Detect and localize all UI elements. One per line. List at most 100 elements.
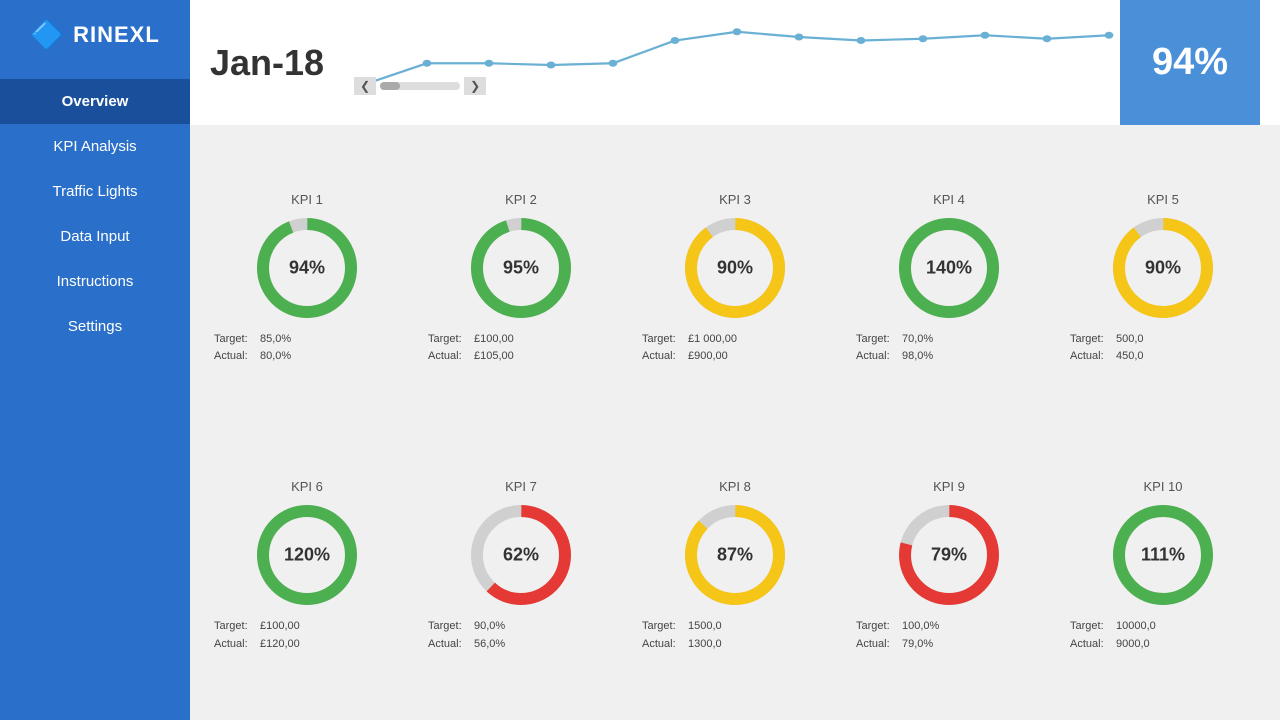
kpi5-actual-label: Actual: bbox=[1070, 348, 1112, 366]
kpi6-target-value: £100,00 bbox=[260, 618, 300, 636]
kpi5-label: 90% bbox=[1145, 257, 1181, 278]
kpi8-target-label: Target: bbox=[642, 618, 684, 636]
kpi9-title: KPI 9 bbox=[933, 479, 965, 494]
kpi8-actual-label: Actual: bbox=[642, 636, 684, 654]
kpi2-label: 95% bbox=[503, 257, 539, 278]
kpi4-actual-row: Actual:98,0% bbox=[856, 348, 1052, 366]
kpi1-actual-label: Actual: bbox=[214, 348, 256, 366]
kpi2-actual-label: Actual: bbox=[428, 348, 470, 366]
kpi3-title: KPI 3 bbox=[719, 192, 751, 207]
kpi9-donut: 79% bbox=[894, 500, 1004, 610]
kpi9-actual-label: Actual: bbox=[856, 636, 898, 654]
kpi7-target-label: Target: bbox=[428, 618, 470, 636]
sidebar-item-settings[interactable]: Settings bbox=[0, 304, 190, 349]
kpi7-title: KPI 7 bbox=[505, 479, 537, 494]
kpi8-label: 87% bbox=[717, 545, 753, 566]
kpi1-stats: Target:85,0%Actual:80,0% bbox=[204, 331, 410, 366]
kpi3-actual-value: £900,00 bbox=[688, 348, 728, 366]
kpi8-actual-row: Actual:1300,0 bbox=[642, 636, 838, 654]
kpi9-actual-value: 79,0% bbox=[902, 636, 933, 654]
kpi8-title: KPI 8 bbox=[719, 479, 751, 494]
kpi4-actual-value: 98,0% bbox=[902, 348, 933, 366]
kpi3-actual-row: Actual:£900,00 bbox=[642, 348, 838, 366]
logo-icon: 🔷 bbox=[30, 18, 65, 51]
kpi9-target-row: Target:100,0% bbox=[856, 618, 1052, 636]
kpi4-donut: 140% bbox=[894, 213, 1004, 323]
kpi9-target-value: 100,0% bbox=[902, 618, 939, 636]
kpi8-actual-value: 1300,0 bbox=[688, 636, 722, 654]
kpi10-label: 111% bbox=[1141, 545, 1185, 566]
kpi1-donut: 94% bbox=[252, 213, 362, 323]
kpi10-actual-label: Actual: bbox=[1070, 636, 1112, 654]
sidebar: 🔷 RINEXL OverviewKPI AnalysisTraffic Lig… bbox=[0, 0, 190, 720]
kpi8-target-value: 1500,0 bbox=[688, 618, 722, 636]
logo-area: 🔷 RINEXL bbox=[0, 0, 190, 69]
kpi6-target-row: Target:£100,00 bbox=[214, 618, 410, 636]
next-arrow[interactable]: ❯ bbox=[464, 77, 486, 95]
kpi10-target-value: 10000,0 bbox=[1116, 618, 1156, 636]
kpi7-stats: Target:90,0%Actual:56,0% bbox=[418, 618, 624, 653]
kpi10-actual-row: Actual:9000,0 bbox=[1070, 636, 1266, 654]
kpi3-stats: Target:£1 000,00Actual:£900,00 bbox=[632, 331, 838, 366]
sidebar-item-instructions[interactable]: Instructions bbox=[0, 259, 190, 304]
kpi8-target-row: Target:1500,0 bbox=[642, 618, 838, 636]
scrollbar-track bbox=[380, 82, 460, 90]
kpi7-actual-value: 56,0% bbox=[474, 636, 505, 654]
prev-arrow[interactable]: ❮ bbox=[354, 77, 376, 95]
kpi-card-kpi8: KPI 8 87% Target:1500,0Actual:1300,0 bbox=[628, 423, 842, 711]
kpi7-label: 62% bbox=[503, 545, 539, 566]
kpi3-label: 90% bbox=[717, 257, 753, 278]
sidebar-item-overview[interactable]: Overview bbox=[0, 79, 190, 124]
kpi1-target-value: 85,0% bbox=[260, 331, 291, 349]
kpi6-donut: 120% bbox=[252, 500, 362, 610]
kpi9-actual-row: Actual:79,0% bbox=[856, 636, 1052, 654]
percent-badge: 94% bbox=[1120, 0, 1260, 125]
kpi5-stats: Target:500,0Actual:450,0 bbox=[1060, 331, 1266, 366]
logo-text: RINEXL bbox=[73, 22, 160, 48]
kpi1-label: 94% bbox=[289, 257, 325, 278]
sidebar-item-kpi-analysis[interactable]: KPI Analysis bbox=[0, 124, 190, 169]
kpi-grid: KPI 194%Target:85,0%Actual:80,0%KPI 295%… bbox=[190, 125, 1280, 720]
kpi8-donut: 87% bbox=[680, 500, 790, 610]
kpi9-target-label: Target: bbox=[856, 618, 898, 636]
kpi-card-kpi9: KPI 9 79% Target:100,0%Actual:79,0% bbox=[842, 423, 1056, 711]
kpi3-actual-label: Actual: bbox=[642, 348, 684, 366]
kpi5-donut: 90% bbox=[1108, 213, 1218, 323]
kpi-card-kpi4: KPI 4140%Target:70,0%Actual:98,0% bbox=[842, 135, 1056, 423]
kpi5-actual-value: 450,0 bbox=[1116, 348, 1144, 366]
kpi2-donut: 95% bbox=[466, 213, 576, 323]
kpi6-actual-value: £120,00 bbox=[260, 636, 300, 654]
kpi2-actual-value: £105,00 bbox=[474, 348, 514, 366]
kpi4-target-value: 70,0% bbox=[902, 331, 933, 349]
kpi1-title: KPI 1 bbox=[291, 192, 323, 207]
kpi10-target-label: Target: bbox=[1070, 618, 1112, 636]
header: Jan-18 ❮ ❯ 94% bbox=[190, 0, 1280, 125]
kpi5-actual-row: Actual:450,0 bbox=[1070, 348, 1266, 366]
kpi4-actual-label: Actual: bbox=[856, 348, 898, 366]
kpi6-stats: Target:£100,00Actual:£120,00 bbox=[204, 618, 410, 653]
kpi1-target-row: Target:85,0% bbox=[214, 331, 410, 349]
nav-menu: OverviewKPI AnalysisTraffic LightsData I… bbox=[0, 79, 190, 349]
kpi2-target-value: £100,00 bbox=[474, 331, 514, 349]
kpi10-stats: Target:10000,0Actual:9000,0 bbox=[1060, 618, 1266, 653]
kpi10-actual-value: 9000,0 bbox=[1116, 636, 1150, 654]
kpi4-title: KPI 4 bbox=[933, 192, 965, 207]
kpi1-actual-row: Actual:80,0% bbox=[214, 348, 410, 366]
sidebar-item-data-input[interactable]: Data Input bbox=[0, 214, 190, 259]
kpi3-target-value: £1 000,00 bbox=[688, 331, 737, 349]
kpi1-target-label: Target: bbox=[214, 331, 256, 349]
kpi-card-kpi3: KPI 3 90% Target:£1 000,00Actual:£900,00 bbox=[628, 135, 842, 423]
kpi7-donut: 62% bbox=[466, 500, 576, 610]
sidebar-item-traffic-lights[interactable]: Traffic Lights bbox=[0, 169, 190, 214]
scrollbar-thumb bbox=[380, 82, 400, 90]
kpi10-title: KPI 10 bbox=[1143, 479, 1182, 494]
kpi2-title: KPI 2 bbox=[505, 192, 537, 207]
kpi-card-kpi1: KPI 1 94% Target:85,0%Actual:80,0% bbox=[200, 135, 414, 423]
kpi6-target-label: Target: bbox=[214, 618, 256, 636]
kpi7-target-value: 90,0% bbox=[474, 618, 505, 636]
kpi3-donut: 90% bbox=[680, 213, 790, 323]
kpi5-title: KPI 5 bbox=[1147, 192, 1179, 207]
header-date: Jan-18 bbox=[210, 42, 324, 84]
kpi2-target-row: Target:£100,00 bbox=[428, 331, 624, 349]
kpi2-stats: Target:£100,00Actual:£105,00 bbox=[418, 331, 624, 366]
